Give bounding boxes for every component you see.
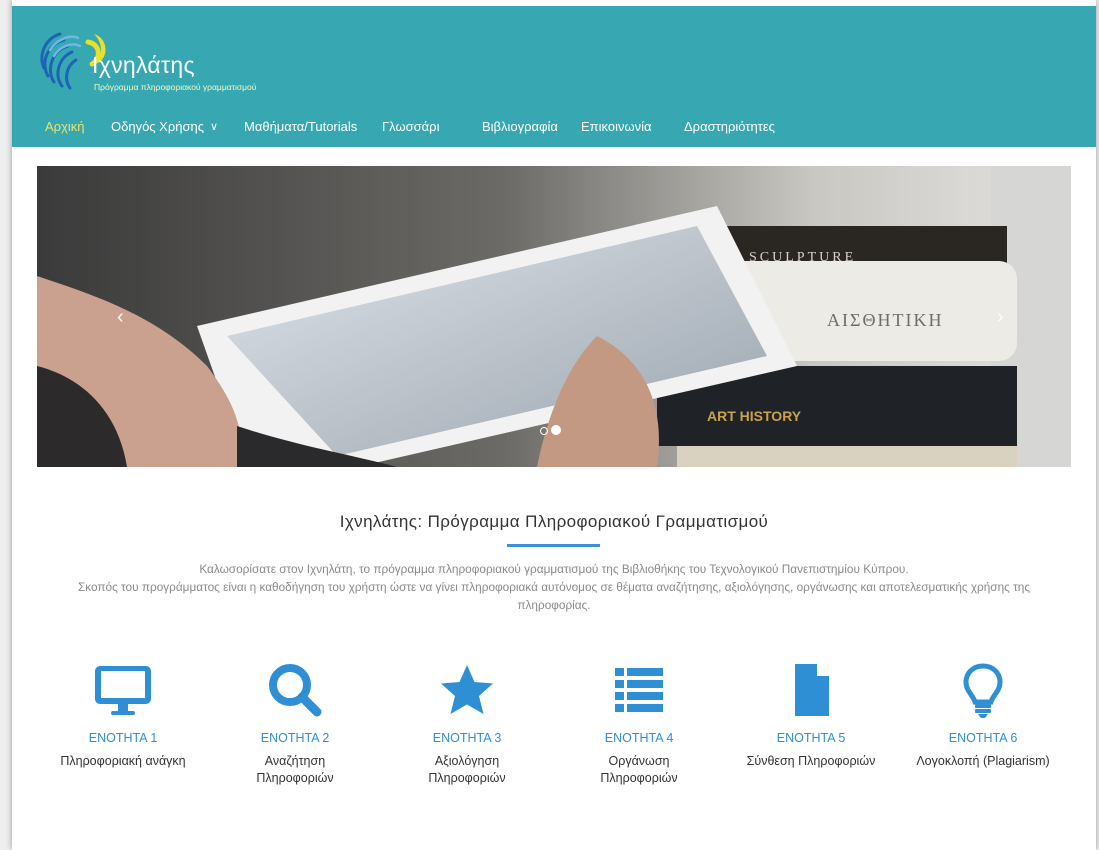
module-description: Οργάνωση Πληροφοριών: [559, 753, 719, 787]
list-icon: [615, 668, 663, 712]
module-card-2[interactable]: ΕΝΟΤΗΤΑ 2 Αναζήτηση Πληροφοριών: [215, 660, 375, 787]
nav-item-user-guide[interactable]: Οδηγός Χρήσης ∨: [111, 119, 218, 134]
module-description: Αναζήτηση Πληροφοριών: [215, 753, 375, 787]
page-frame: Ιχνηλάτης Πρόγραμμα πληροφοριακού γραμμα…: [12, 0, 1096, 850]
module-description: Πληροφοριακή ανάγκη: [43, 753, 203, 770]
intro-line-3: πληροφορίας.: [517, 598, 591, 612]
module-desc-line-1: Αναζήτηση: [264, 754, 326, 768]
search-icon: [269, 664, 322, 717]
document-icon: [795, 663, 830, 716]
module-card-6[interactable]: ΕΝΟΤΗΤΑ 6 Λογοκλοπή (Plagiarism): [903, 660, 1063, 770]
module-desc-line-2: Πληροφοριών: [256, 771, 334, 785]
lightbulb-icon: [963, 663, 1003, 718]
chevron-left-icon[interactable]: ‹: [117, 306, 124, 329]
chevron-down-icon: ∨: [210, 121, 219, 133]
nav-item-activities[interactable]: Δραστηριότητες: [684, 119, 775, 134]
carousel-dot-1[interactable]: [540, 427, 548, 435]
module-description: Λογοκλοπή (Plagiarism): [903, 753, 1063, 770]
module-label: ΕΝΟΤΗΤΑ 1: [88, 731, 158, 745]
module-desc-line-1: Λογοκλοπή (Plagiarism): [916, 754, 1050, 768]
brand-title: Ιχνηλάτης: [92, 52, 195, 78]
intro-paragraph: Καλωσορίσατε στον Ιχνηλάτη, το πρόγραμμα…: [12, 560, 1096, 614]
module-desc-line-1: Οργάνωση: [608, 754, 670, 768]
brand-subtitle: Πρόγραμμα πληροφοριακού γραμματισμού: [94, 82, 257, 92]
module-description: Αξιολόγηση Πληροφοριών: [387, 753, 547, 787]
intro-line-1: Καλωσορίσατε στον Ιχνηλάτη, το πρόγραμμα…: [199, 562, 909, 576]
module-label: ΕΝΟΤΗΤΑ 5: [776, 731, 846, 745]
nav-item-home[interactable]: Αρχική: [45, 119, 85, 134]
module-card-4[interactable]: ΕΝΟΤΗΤΑ 4 Οργάνωση Πληροφοριών: [559, 660, 719, 787]
carousel-indicators: [540, 422, 564, 440]
nav-item-tutorials[interactable]: Μαθήματα/Tutorials: [244, 119, 357, 134]
module-desc-line-2: Πληροφοριών: [600, 771, 678, 785]
module-label: ΕΝΟΤΗΤΑ 3: [432, 731, 502, 745]
module-desc-line-1: Πληροφοριακή ανάγκη: [60, 754, 186, 768]
book-spine-art-history: ART HISTORY: [707, 408, 802, 424]
chevron-right-icon[interactable]: ›: [997, 306, 1004, 329]
book-spine-sculpture: SCULPTURE: [749, 250, 856, 265]
star-icon: [441, 665, 493, 714]
module-label: ΕΝΟΤΗΤΑ 4: [604, 731, 674, 745]
module-card-1[interactable]: ΕΝΟΤΗΤΑ 1 Πληροφοριακή ανάγκη: [43, 660, 203, 770]
carousel-dot-2[interactable]: [551, 425, 561, 435]
title-underline: [507, 544, 600, 547]
module-desc-line-2: Πληροφοριών: [428, 771, 506, 785]
module-label: ΕΝΟΤΗΤΑ 6: [948, 731, 1018, 745]
module-label: ΕΝΟΤΗΤΑ 2: [260, 731, 330, 745]
module-description: Σύνθεση Πληροφοριών: [731, 753, 891, 770]
nav-item-bibliography[interactable]: Βιβλιογραφία: [482, 119, 558, 134]
module-card-3[interactable]: ΕΝΟΤΗΤΑ 3 Αξιολόγηση Πληροφοριών: [387, 660, 547, 787]
module-desc-line-1: Σύνθεση Πληροφοριών: [746, 754, 876, 768]
monitor-icon: [95, 666, 151, 715]
nav-item-glossary[interactable]: Γλωσσάρι: [382, 119, 439, 134]
image-carousel[interactable]: SCULPTURE ΑΙΣΘΗΤΙΚΗ ART HISTORY ‹ ›: [37, 166, 1071, 467]
intro-line-2: Σκοπός του προγράμματος είναι η καθοδήγη…: [77, 580, 1031, 594]
nav-item-contact[interactable]: Επικοινωνία: [581, 119, 652, 134]
site-logo[interactable]: Ιχνηλάτης Πρόγραμμα πληροφοριακού γραμμα…: [34, 20, 294, 100]
module-card-5[interactable]: ΕΝΟΤΗΤΑ 5 Σύνθεση Πληροφοριών: [731, 660, 891, 770]
book-spine-aisthitiki: ΑΙΣΘΗΤΙΚΗ: [827, 310, 943, 330]
module-desc-line-1: Αξιολόγηση: [434, 754, 500, 768]
main-nav: Αρχική Οδηγός Χρήσης ∨ Μαθήματα/Tutorials…: [12, 119, 1096, 141]
site-header: Ιχνηλάτης Πρόγραμμα πληροφοριακού γραμμα…: [12, 6, 1096, 147]
page-title: Ιχνηλάτης: Πρόγραμμα Πληροφοριακού Γραμμ…: [339, 512, 769, 531]
nav-item-user-guide-label: Οδηγός Χρήσης: [111, 119, 204, 134]
